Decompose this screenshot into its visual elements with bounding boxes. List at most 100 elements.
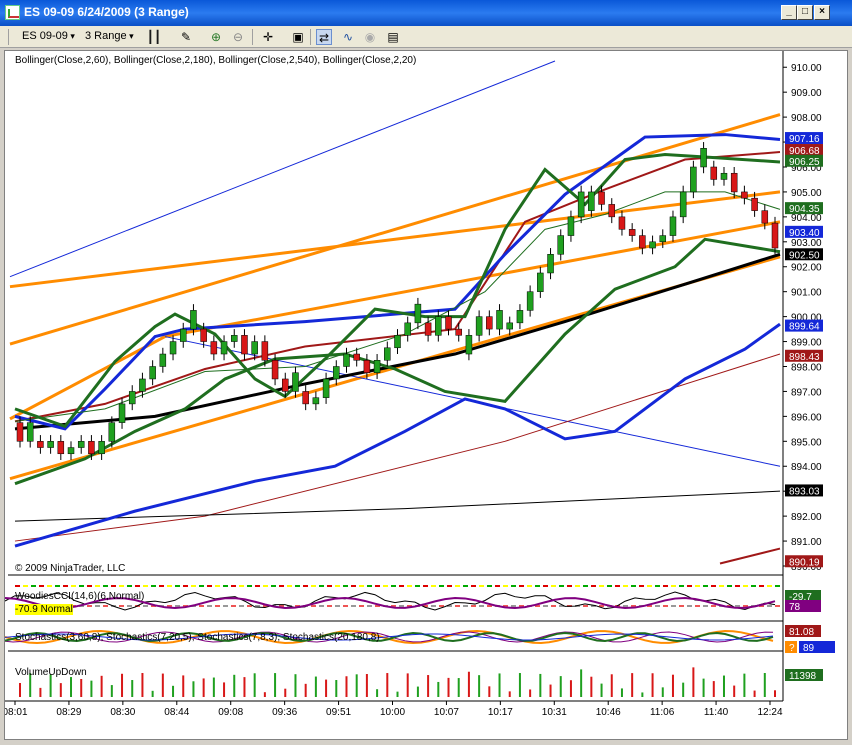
period-selector[interactable]: 3 Range <box>85 28 134 45</box>
woodies-dot <box>543 585 548 587</box>
chart-area[interactable]: 910.00909.00908.00907.00906.00905.00904.… <box>4 50 848 740</box>
pencil-draw-icon[interactable]: ✎ <box>178 29 194 45</box>
woodies-dot <box>63 585 68 587</box>
volume-bar <box>437 681 440 697</box>
candle-body <box>608 204 616 218</box>
volume-bar <box>682 682 685 697</box>
woodies-dot <box>239 585 244 587</box>
data-box-icon[interactable]: ▤ <box>385 29 401 45</box>
volume-bar <box>80 679 83 697</box>
chart-trader-icon[interactable]: ⇄ <box>316 29 332 45</box>
volume-bar <box>590 676 593 697</box>
strategies-icon[interactable]: ◉ <box>362 29 378 45</box>
candle-body <box>761 210 769 224</box>
woodies-dot <box>407 585 412 587</box>
candle-body <box>149 366 156 380</box>
volume-bar <box>661 687 664 697</box>
price-tick-label: 891.00 <box>791 537 822 548</box>
woodies-dot <box>479 605 484 607</box>
candle-body <box>159 353 167 367</box>
volume-bar <box>631 673 634 697</box>
properties-icon[interactable]: ▣ <box>290 29 306 45</box>
time-tick-label: 10:31 <box>542 707 567 718</box>
copyright-text: © 2009 NinjaTrader, LLC <box>15 563 126 574</box>
candle-body <box>394 335 401 349</box>
woodies-dot <box>503 585 508 587</box>
zoom-out-icon[interactable]: ⊖ <box>230 29 246 45</box>
volume-bar <box>345 676 348 697</box>
candle-body <box>353 353 360 361</box>
woodies-dot <box>47 585 52 587</box>
candle-body <box>57 441 65 455</box>
candlestick-bar <box>690 160 697 199</box>
woodies-dot <box>479 585 484 587</box>
chart-toolbar: ES 09-09 3 Range ┃┃ ✎ ⊕ ⊖ ✛ ▣ ⇄ ∿ ◉ ▤ <box>0 26 852 48</box>
volume-bar <box>518 673 521 697</box>
volume-bar <box>722 675 725 697</box>
candlestick-bar <box>210 335 218 361</box>
woodies-dot <box>615 585 620 587</box>
woodies-dot <box>23 585 28 587</box>
price-tick-label: 910.00 <box>791 63 822 74</box>
indicators-icon[interactable]: ∿ <box>340 29 356 45</box>
volume-bar <box>325 679 328 697</box>
zoom-in-icon[interactable]: ⊕ <box>208 29 224 45</box>
bollinger-540-mid <box>14 490 781 522</box>
candlestick-bar <box>465 329 473 361</box>
price-badge: 907.16 <box>785 132 823 145</box>
candlestick-bar <box>47 435 54 454</box>
volume-bar <box>733 685 736 697</box>
restore-button[interactable]: □ <box>797 5 813 20</box>
woodies-dot <box>671 585 676 587</box>
candlestick-bar <box>98 435 105 461</box>
close-button[interactable]: × <box>814 5 830 20</box>
time-tick-label: 10:00 <box>380 707 405 718</box>
volume-bar <box>539 673 542 697</box>
minimize-button[interactable]: _ <box>781 5 797 20</box>
candle-body <box>486 316 493 330</box>
woodies-dot <box>527 585 532 587</box>
instrument-selector[interactable]: ES 09-09 <box>22 28 75 45</box>
candle-body <box>108 422 116 442</box>
bar-type-icon[interactable]: ┃┃ <box>146 29 162 45</box>
candle-body <box>496 310 503 330</box>
volume-bar <box>478 675 481 697</box>
volume-bar <box>202 678 205 697</box>
candle-body <box>169 341 177 355</box>
woodies-dot <box>535 585 540 587</box>
candlestick-bar <box>322 372 330 404</box>
volume-bar <box>243 677 246 697</box>
woodies-dot <box>775 605 780 607</box>
candlestick-bar <box>159 347 167 373</box>
woodies-dot <box>351 585 356 587</box>
candlestick-bar <box>496 304 503 336</box>
candle-body <box>26 422 34 442</box>
volume-bar <box>39 687 42 697</box>
woodies-dot <box>687 585 692 587</box>
woodies-dot <box>415 585 420 587</box>
candle-body <box>741 191 748 199</box>
candle-body <box>751 197 758 211</box>
volume-bar <box>223 682 226 697</box>
candle-body <box>139 378 146 392</box>
candle-body <box>618 216 626 230</box>
woodies-dot <box>119 605 124 607</box>
candle-body <box>333 366 340 380</box>
woodies-dot <box>423 585 428 587</box>
crosshair-icon[interactable]: ✛ <box>260 29 276 45</box>
woodies-dot <box>647 585 652 587</box>
woodies-cci-label: WoodiesCCI(14,6)(6,Normal) <box>15 591 145 602</box>
candle-body <box>373 360 381 373</box>
title-bar: ES 09-09 6/24/2009 (3 Range) _ □ × <box>0 0 852 26</box>
volume-bar <box>100 675 103 697</box>
woodies-dot <box>671 605 676 607</box>
woodies-dot <box>591 585 596 587</box>
woodies-dot <box>511 585 516 587</box>
candlestick-bar <box>343 347 350 373</box>
woodies-dot <box>175 585 180 587</box>
woodies-dot <box>559 585 564 587</box>
candlestick-bar <box>179 322 187 348</box>
stochastics-label: Stochastics(3,60,8), Stochastics(7,20,5)… <box>15 632 380 643</box>
candlestick-bar <box>445 310 452 336</box>
woodies-dot <box>759 585 764 587</box>
